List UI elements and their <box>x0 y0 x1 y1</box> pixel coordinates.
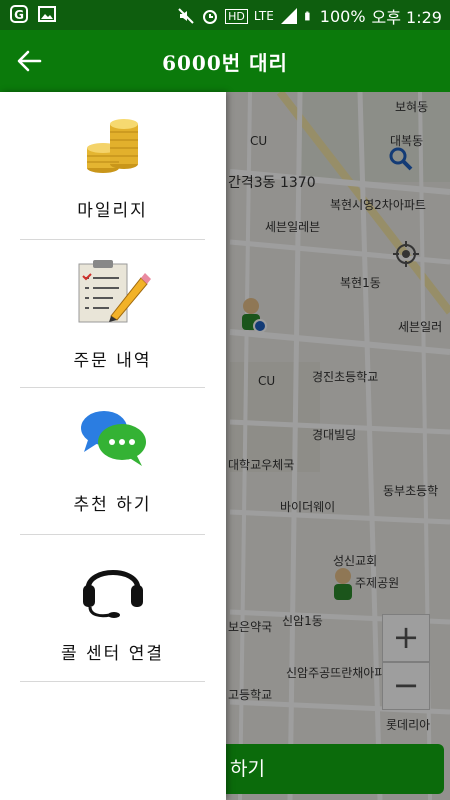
svg-text:G: G <box>14 8 24 22</box>
status-bar: G HD LTE 100% 오후 1:29 <box>0 0 450 30</box>
app-bar: 6000번 대리 <box>0 30 450 92</box>
drawer-item-recommend[interactable]: 추천 하기 <box>20 388 205 535</box>
drawer-item-label: 마일리지 <box>77 201 148 221</box>
coins-icon <box>86 119 138 173</box>
navigation-drawer: 마일리지 주문 내역 추천 하기 콜 센터 연결 <box>0 92 226 800</box>
call-action-button[interactable]: 하기 <box>190 744 444 794</box>
signal-icon <box>280 8 297 24</box>
app-title: 6000번 대리 <box>162 51 288 75</box>
drawer-item-order-history[interactable]: 주문 내역 <box>20 240 205 387</box>
headset-icon <box>82 570 143 618</box>
hd-badge: HD <box>225 8 248 24</box>
drawer-item-label: 콜 센터 연결 <box>60 644 164 664</box>
image-icon <box>38 6 56 22</box>
clock: 오후 1:29 <box>371 8 442 27</box>
network-indicator: LTE <box>253 9 274 23</box>
mute-icon <box>178 8 194 24</box>
drawer-item-label: 주문 내역 <box>73 351 152 371</box>
battery-level: 100% <box>319 6 366 26</box>
chat-bubbles-icon <box>80 411 146 466</box>
divider <box>20 681 205 682</box>
battery-icon <box>304 11 310 21</box>
drawer-item-label: 추천 하기 <box>73 495 152 515</box>
drawer-item-mileage[interactable]: 마일리지 <box>20 92 205 239</box>
alarm-icon <box>203 10 218 24</box>
clipboard-icon <box>78 260 151 323</box>
app-notification-icon: G <box>10 5 28 23</box>
drawer-item-call-center[interactable]: 콜 센터 연결 <box>20 535 205 682</box>
